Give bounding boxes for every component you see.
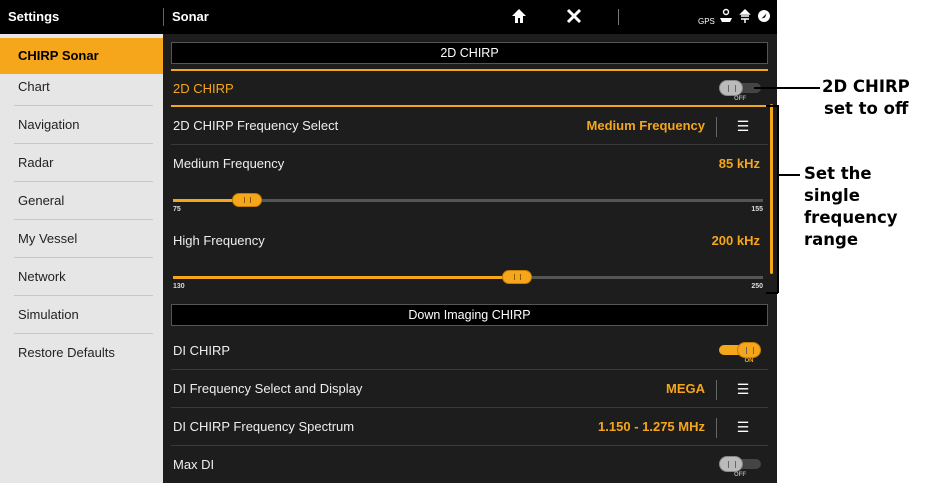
callout-bracket-vertical (777, 105, 779, 293)
sidebar-item-label: General (18, 193, 65, 208)
menu-icon[interactable]: ☰ (735, 117, 751, 135)
sidebar-item-general[interactable]: General (0, 182, 163, 220)
row-di-chirp[interactable]: DI CHIRP ON (171, 332, 768, 370)
row-2d-chirp-frequency-select[interactable]: 2D CHIRP Frequency Select Medium Frequen… (171, 107, 768, 145)
max-di-toggle[interactable]: OFF (719, 456, 761, 478)
row-di-chirp-frequency-spectrum[interactable]: DI CHIRP Frequency Spectrum 1.150 - 1.27… (171, 408, 768, 446)
menu-icon[interactable]: ☰ (735, 418, 751, 436)
callout-bracket-top (766, 105, 778, 107)
sidebar-item-label: Simulation (18, 307, 79, 322)
row-value: MEGA (666, 381, 705, 396)
slider-min-label: 130 (173, 283, 185, 290)
ship-icon (718, 7, 734, 30)
toggle-state: OFF (734, 96, 746, 102)
sidebar-item-restore-defaults[interactable]: Restore Defaults (0, 334, 163, 372)
row-value: 200 kHz (711, 233, 760, 248)
sidebar-item-chart[interactable]: Chart (0, 68, 163, 106)
sidebar-item-label: Network (18, 269, 66, 284)
close-icon[interactable] (565, 7, 583, 30)
row-value: 85 kHz (718, 156, 760, 171)
compass-icon (757, 7, 771, 30)
callout-2d-chirp-off: 2D CHIRP set to off (822, 76, 910, 120)
callout-line-range (778, 174, 800, 176)
settings-title: Settings (8, 9, 60, 24)
slider-thumb[interactable] (502, 270, 533, 284)
callout-text: range (804, 230, 859, 249)
row-label: Medium Frequency (173, 156, 285, 171)
callout-text: Set the single (804, 164, 872, 205)
sonar-title: Sonar (172, 9, 209, 24)
high-frequency-slider[interactable]: 130 250 (173, 266, 763, 296)
toggle-knob (719, 80, 743, 96)
section-header-2d-chirp: 2D CHIRP (171, 42, 768, 64)
slider-max-label: 250 (751, 283, 763, 290)
row-label: 2D CHIRP Frequency Select (173, 118, 339, 133)
section-header-down-imaging: Down Imaging CHIRP (171, 304, 768, 326)
title-divider (163, 8, 164, 26)
sidebar-item-my-vessel[interactable]: My Vessel (0, 220, 163, 258)
value-divider (716, 380, 717, 400)
toggle-knob (719, 456, 743, 472)
row-label: Max DI (173, 457, 215, 472)
slider-fill (173, 276, 518, 279)
toggle-knob (737, 342, 761, 358)
callout-line-2d-chirp (754, 87, 820, 89)
slider-max-label: 155 (751, 206, 763, 213)
settings-sidebar: CHIRP Sonar Chart Navigation Radar Gener… (0, 34, 173, 483)
row-value: 1.150 - 1.275 MHz (598, 419, 705, 434)
row-label: High Frequency (173, 233, 265, 248)
slider-thumb[interactable] (231, 193, 262, 207)
callout-frequency-range: Set the single frequency range (804, 163, 928, 251)
fishfinder-screen: Settings Sonar GPS CHIRP Sonar Chart Nav… (0, 0, 777, 483)
callout-bracket-bottom (766, 292, 778, 294)
medium-frequency-slider[interactable]: 75 155 (173, 189, 763, 219)
row-medium-frequency: Medium Frequency 85 kHz (171, 145, 768, 181)
row-label: DI Frequency Select and Display (173, 381, 363, 396)
sidebar-item-simulation[interactable]: Simulation (0, 296, 163, 334)
callout-text: 2D CHIRP (822, 77, 910, 96)
toggle-state: OFF (734, 472, 746, 478)
row-2d-chirp[interactable]: 2D CHIRP OFF (171, 69, 768, 107)
home-icon[interactable] (510, 7, 528, 30)
row-label: 2D CHIRP (173, 81, 234, 96)
value-divider (716, 418, 717, 438)
row-label: DI CHIRP (173, 343, 231, 358)
sidebar-item-label: My Vessel (18, 231, 78, 246)
row-max-di[interactable]: Max DI OFF (171, 446, 768, 483)
slider-min-label: 75 (173, 206, 181, 213)
sidebar-item-navigation[interactable]: Navigation (0, 106, 163, 144)
row-label: DI CHIRP Frequency Spectrum (173, 419, 355, 434)
top-bar: Settings Sonar GPS (0, 0, 777, 34)
row-value: Medium Frequency (586, 118, 705, 133)
icon-divider (618, 9, 619, 25)
toggle-state: ON (744, 358, 754, 364)
row-di-frequency-select[interactable]: DI Frequency Select and Display MEGA ☰ (171, 370, 768, 408)
callout-text: set to off (824, 99, 909, 118)
depth-icon (738, 7, 752, 30)
value-divider (716, 117, 717, 137)
sidebar-item-label: Restore Defaults (18, 345, 115, 360)
sidebar-item-radar[interactable]: Radar (0, 144, 163, 182)
settings-panel: 2D CHIRP 2D CHIRP OFF 2D CHIRP Frequency… (163, 34, 777, 483)
gps-icon: GPS (698, 17, 715, 26)
row-high-frequency: High Frequency 200 kHz (171, 222, 768, 258)
scrollbar[interactable] (770, 104, 773, 274)
sidebar-item-label: Chart (18, 79, 50, 94)
menu-icon[interactable]: ☰ (735, 380, 751, 398)
di-chirp-toggle[interactable]: ON (719, 342, 761, 364)
sidebar-item-label: Radar (18, 155, 54, 170)
callout-text: frequency (804, 208, 898, 227)
sidebar-item-label: CHIRP Sonar (18, 48, 99, 63)
sidebar-item-label: Navigation (18, 117, 80, 132)
sidebar-item-network[interactable]: Network (0, 258, 163, 296)
